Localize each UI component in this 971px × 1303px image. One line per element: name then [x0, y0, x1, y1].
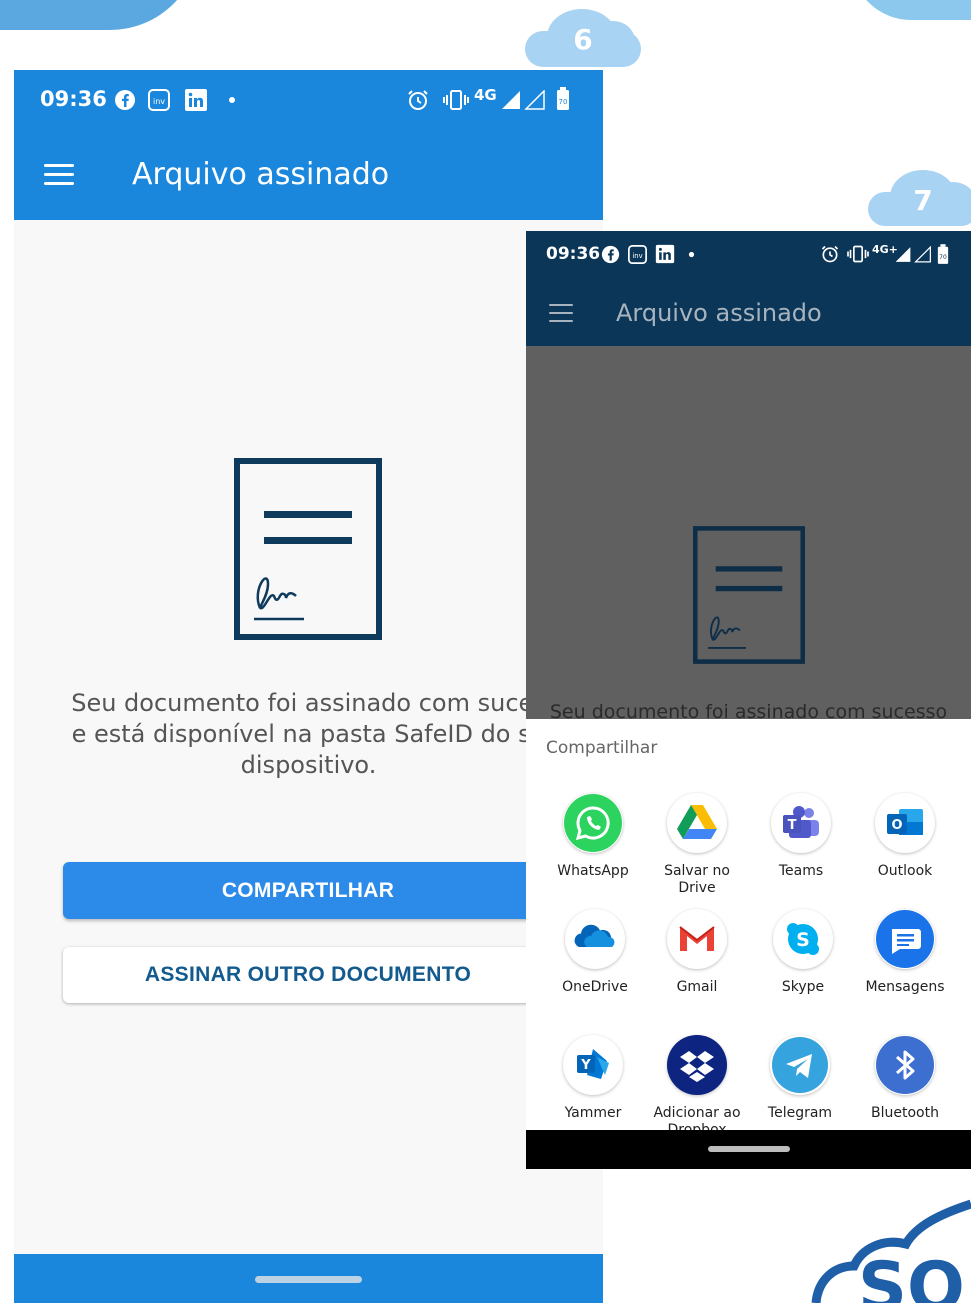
linkedin-icon	[185, 89, 207, 111]
success-message: Seu documento foi assinado com suces e e…	[14, 688, 603, 781]
svg-text:70: 70	[559, 98, 568, 106]
dropbox-icon	[667, 1035, 727, 1095]
hamburger-menu-icon[interactable]	[44, 164, 74, 185]
google-drive-icon	[667, 793, 727, 853]
alarm-icon	[408, 90, 428, 110]
app-label: Salvar no Drive	[664, 863, 730, 896]
step-6-badge: 6	[525, 5, 641, 67]
share-button[interactable]: COMPARTILHAR	[63, 862, 553, 919]
svg-text:O: O	[891, 818, 902, 833]
app-bar-dimmed: Arquivo assinado	[526, 279, 971, 346]
share-target-gmail[interactable]: Gmail	[645, 909, 749, 996]
message-line: Seu documento foi assinado com suces	[71, 689, 546, 717]
alarm-icon	[821, 245, 839, 263]
whatsapp-icon	[563, 793, 623, 853]
navigation-bar	[14, 1254, 603, 1303]
home-gesture-bar[interactable]	[708, 1146, 790, 1152]
step-number: 7	[913, 184, 933, 217]
share-target-onedrive[interactable]: OneDrive	[543, 909, 647, 996]
svg-text:inv: inv	[632, 252, 642, 260]
navigation-bar	[526, 1130, 971, 1169]
step-7-badge: 7	[868, 168, 971, 226]
app-label: Telegram	[767, 1105, 833, 1121]
share-sheet-title: Compartilhar	[546, 738, 658, 758]
svg-text:inv: inv	[153, 97, 165, 106]
facebook-icon	[115, 90, 135, 110]
share-sheet: Compartilhar WhatsApp Salvar no Drive T T…	[526, 719, 971, 1130]
app-label: Skype	[781, 979, 825, 995]
app-bar: Arquivo assinado	[14, 130, 603, 220]
facebook-icon	[601, 245, 620, 264]
app-label: Mensagens	[865, 979, 945, 995]
message-line: dispositivo.	[240, 751, 377, 779]
signed-document-icon	[234, 458, 382, 640]
app-label: Adicionar ao Dropbox	[653, 1105, 741, 1130]
share-target-drive[interactable]: Salvar no Drive	[645, 793, 749, 897]
share-target-bluetooth[interactable]: Bluetooth	[853, 1035, 957, 1122]
vibrate-icon	[443, 90, 469, 110]
step-number: 6	[573, 23, 593, 56]
svg-text:70: 70	[939, 254, 947, 261]
status-bar: 09:36 inv 4G 70	[14, 70, 603, 130]
signal-icon	[502, 91, 520, 109]
svg-text:T: T	[788, 818, 797, 833]
inv-app-icon: inv	[628, 245, 647, 264]
home-gesture-bar[interactable]	[255, 1276, 362, 1283]
svg-text:S: S	[796, 929, 810, 951]
signal-empty-icon	[914, 246, 931, 263]
status-time: 09:36	[40, 87, 107, 111]
dot-icon	[688, 251, 695, 258]
status-bar: 09:36 inv 4G+ 70	[526, 231, 971, 279]
dot-icon	[229, 97, 235, 103]
battery-icon: 70	[557, 87, 569, 110]
app-label: WhatsApp	[557, 863, 629, 879]
yammer-icon: Y	[563, 1035, 623, 1095]
decorative-wave	[851, 0, 971, 20]
app-label: Outlook	[877, 863, 933, 879]
share-target-yammer[interactable]: Y Yammer	[541, 1035, 645, 1122]
skype-icon: S	[773, 909, 833, 969]
decorative-wave	[0, 0, 200, 30]
signal-empty-icon	[524, 90, 545, 110]
hamburger-menu-icon	[549, 304, 573, 322]
sign-another-document-button[interactable]: ASSINAR OUTRO DOCUMENTO	[63, 947, 553, 1003]
share-target-teams[interactable]: T Teams	[749, 793, 853, 880]
status-time: 09:36	[546, 244, 601, 264]
share-target-outlook[interactable]: O Outlook	[853, 793, 957, 880]
messages-icon	[875, 909, 935, 969]
inv-app-icon: inv	[148, 89, 170, 111]
page: 6 7 09:36 inv 4G 70 Arquivo assinado Seu…	[0, 0, 971, 1303]
message-line: e está disponível na pasta SafeID do se	[71, 720, 546, 748]
signal-icon	[895, 247, 911, 262]
app-label: Teams	[778, 863, 824, 879]
linkedin-icon	[655, 244, 675, 264]
share-target-telegram[interactable]: Telegram	[748, 1035, 852, 1122]
app-label: Gmail	[676, 979, 718, 995]
share-target-skype[interactable]: S Skype	[751, 909, 855, 996]
brand-logo: SO	[811, 1199, 971, 1303]
phone-screen-share-sheet: 09:36 inv 4G+ 70 Arquivo assinado Seu do…	[526, 231, 971, 1169]
app-label: OneDrive	[562, 979, 628, 995]
telegram-icon	[770, 1035, 830, 1095]
battery-icon: 70	[937, 244, 949, 264]
outlook-icon: O	[875, 793, 935, 853]
bluetooth-icon	[875, 1035, 935, 1095]
gmail-icon	[667, 909, 727, 969]
share-target-dropbox[interactable]: Adicionar ao Dropbox	[645, 1035, 749, 1130]
share-target-messages[interactable]: Mensagens	[853, 909, 957, 996]
onedrive-icon	[565, 909, 625, 969]
app-label: Yammer	[564, 1105, 622, 1121]
svg-text:Y: Y	[580, 1058, 591, 1073]
share-target-whatsapp[interactable]: WhatsApp	[541, 793, 645, 880]
page-title: Arquivo assinado	[132, 157, 390, 192]
phone-screen-signed-file: 09:36 inv 4G 70 Arquivo assinado Seu doc…	[14, 70, 603, 1303]
page-title: Arquivo assinado	[616, 299, 822, 327]
svg-text:SO: SO	[858, 1248, 965, 1303]
app-label: Bluetooth	[871, 1105, 939, 1121]
signed-document-icon	[693, 526, 805, 664]
teams-icon: T	[771, 793, 831, 853]
vibrate-icon	[847, 245, 869, 263]
network-type: 4G	[474, 86, 497, 104]
